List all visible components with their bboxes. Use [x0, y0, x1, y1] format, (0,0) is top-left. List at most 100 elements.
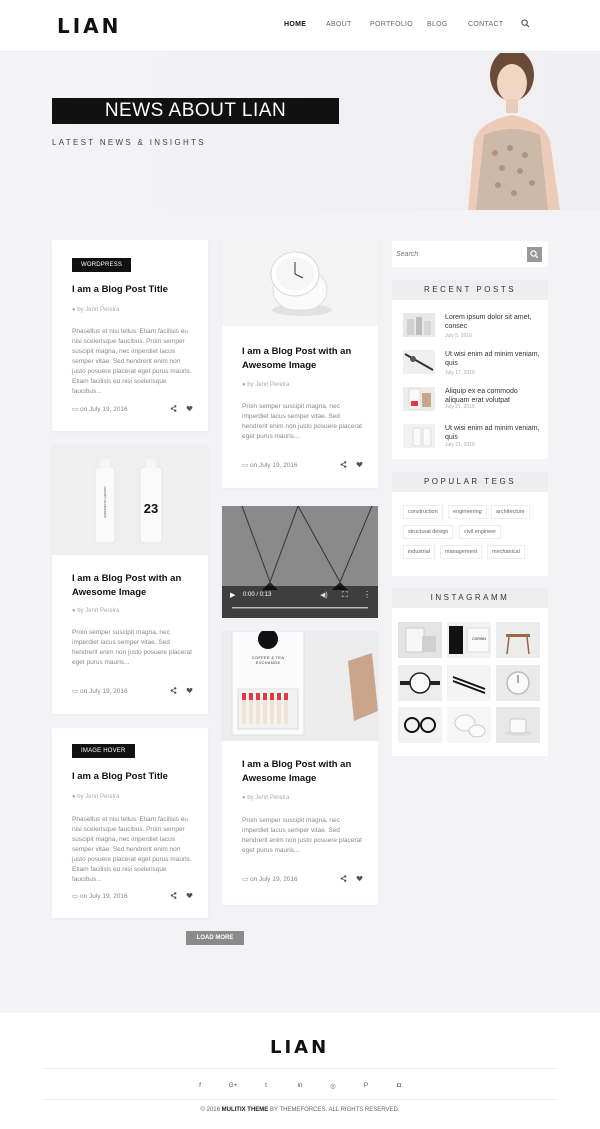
author-name: by Jenn Pereira — [77, 608, 120, 614]
date-text: on July 19, 2016 — [79, 893, 128, 900]
instagram-photo[interactable] — [398, 665, 442, 701]
hero-banner: NEWS ABOUT LIAN LATEST NEWS & INSIGHTS — [0, 53, 600, 210]
recent-post-date: July 21, 2016 — [445, 442, 475, 448]
instagram-photo[interactable] — [496, 665, 540, 701]
instagram-photo[interactable] — [398, 707, 442, 743]
copyright: © 2016 MULITIX THEME BY THEMEFORCES. ALL… — [0, 1107, 600, 1113]
popular-tags-widget: POPULAR TEGS construction engineering ar… — [392, 472, 548, 576]
nav-contact[interactable]: CONTACT — [468, 21, 503, 28]
recent-post-title[interactable]: Lorem ipsum dolor sit amet, consec — [445, 313, 543, 331]
calendar-icon: ▭ — [242, 462, 250, 469]
instagram-icon[interactable]: ◘ — [393, 1082, 405, 1089]
instagram-photo[interactable] — [398, 622, 442, 658]
post-excerpt: Proin semper suscipit magna, nec imperdi… — [242, 403, 362, 440]
heart-icon[interactable] — [186, 405, 193, 412]
search-submit-button[interactable] — [527, 247, 542, 262]
blog-card-5: COFFEE & TEA EXCHANGE I am a Blog Post w… — [222, 631, 378, 905]
more-icon[interactable]: ⋮ — [363, 590, 371, 599]
nav-about[interactable]: ABOUT — [326, 21, 352, 28]
instagram-photo[interactable] — [447, 665, 491, 701]
category-badge[interactable]: IMAGE HOVER — [72, 744, 135, 758]
dribbble-icon[interactable]: ◎ — [327, 1082, 339, 1090]
video-frame[interactable] — [222, 506, 378, 618]
volume-icon[interactable]: ◀) — [320, 591, 328, 599]
instagram-photo-label: CORINN — [472, 637, 486, 641]
recent-post-thumb[interactable] — [403, 350, 435, 374]
post-title[interactable]: I am a Blog Post with an Awesome Image — [72, 572, 194, 600]
share-icon[interactable] — [340, 461, 347, 468]
search-icon — [530, 250, 539, 259]
author-name: by Jenn Pereira — [77, 794, 120, 800]
bottles-image[interactable] — [52, 445, 208, 555]
recent-post-title[interactable]: Ut wisi enim ad minim veniam, quis — [445, 350, 543, 368]
linkedin-icon[interactable]: in — [294, 1082, 306, 1089]
recent-post-thumb[interactable] — [403, 313, 435, 337]
footer-logo[interactable]: LIAN — [270, 1037, 329, 1058]
tag-construction[interactable]: construction — [403, 505, 443, 519]
recent-post-date: July 5, 2016 — [445, 333, 472, 339]
post-title[interactable]: I am a Blog Post with an Awesome Image — [242, 758, 364, 786]
search-icon[interactable] — [521, 19, 530, 28]
post-author: ● by Jenn Pereira — [72, 307, 119, 313]
recent-post-title[interactable]: Aliquip ex ea commodo aliquam erat volut… — [445, 387, 543, 405]
fullscreen-icon[interactable]: ⛶ — [342, 590, 348, 600]
category-badge[interactable]: WORDPRESS — [72, 258, 132, 272]
instagram-photo[interactable] — [447, 707, 491, 743]
instagram-title: INSTAGRAMM — [392, 588, 548, 608]
recent-post-title[interactable]: Ut wisi enim ad minim veniam, quis — [445, 424, 543, 442]
bottle-label: SAPONETTE LIQUIDO — [103, 486, 107, 518]
instagram-photo[interactable] — [496, 622, 540, 658]
hero-subtitle: LATEST NEWS & INSIGHTS — [52, 138, 206, 147]
instagram-photo[interactable] — [496, 707, 540, 743]
tag-industrial[interactable]: industrial — [403, 545, 436, 559]
post-title[interactable]: I am a Blog Post Title — [72, 283, 194, 297]
tag-management[interactable]: management — [440, 545, 483, 559]
site-logo[interactable]: LIAN — [57, 14, 121, 38]
footer-divider — [44, 1099, 556, 1100]
recent-post-thumb[interactable] — [403, 387, 435, 411]
pinterest-icon[interactable]: P — [360, 1082, 372, 1089]
clock-image[interactable] — [222, 240, 378, 326]
share-icon[interactable] — [170, 892, 177, 899]
load-more-button[interactable]: LOAD MORE — [186, 931, 244, 945]
twitter-icon[interactable]: t — [260, 1082, 272, 1089]
google-plus-icon[interactable]: G+ — [227, 1082, 239, 1089]
heart-icon[interactable] — [186, 892, 193, 899]
share-icon[interactable] — [340, 875, 347, 882]
copyright-brand[interactable]: MULITIX THEME — [222, 1107, 269, 1113]
tag-engineering[interactable]: engineering — [448, 505, 487, 519]
bottle-number: 23 — [143, 501, 159, 516]
search-input[interactable] — [396, 246, 524, 262]
coffee-box-image[interactable] — [222, 631, 378, 741]
blog-card-6: IMAGE HOVER I am a Blog Post Title ● by … — [52, 728, 208, 918]
calendar-icon: ▭ — [72, 688, 80, 695]
calendar-icon: ▭ — [72, 893, 80, 900]
post-excerpt: Proin semper suscipit magna, nec imperdi… — [72, 629, 192, 666]
heart-icon[interactable] — [356, 875, 363, 882]
nav-blog[interactable]: BLOG — [427, 21, 448, 28]
nav-home[interactable]: HOME — [284, 21, 306, 28]
tag-architecture[interactable]: architecture — [491, 505, 530, 519]
share-icon[interactable] — [170, 687, 177, 694]
copyright-year: © 2016 — [200, 1107, 220, 1113]
post-title[interactable]: I am a Blog Post with an Awesome Image — [242, 345, 364, 373]
video-card: ▶ 0:00 / 0:13 ◀) ⛶ ⋮ — [222, 506, 378, 618]
blog-card-3: 23 SAPONETTE LIQUIDO I am a Blog Post wi… — [52, 445, 208, 714]
post-author: ● by Jenn Pereira — [242, 382, 289, 388]
heart-icon[interactable] — [186, 687, 193, 694]
tag-civil-engineer[interactable]: civil engineer — [459, 525, 502, 539]
recent-post-date: July 17, 2016 — [445, 370, 475, 376]
play-icon[interactable]: ▶ — [230, 591, 235, 599]
tag-structural-design[interactable]: structural design — [403, 525, 454, 539]
heart-icon[interactable] — [356, 461, 363, 468]
video-time: 0:00 / 0:13 — [243, 592, 272, 598]
post-title[interactable]: I am a Blog Post Title — [72, 770, 194, 784]
tag-mechanical[interactable]: mechanical — [487, 545, 525, 559]
recent-posts-widget: RECENT POSTS Lorem ipsum dolor sit amet,… — [392, 280, 548, 459]
facebook-icon[interactable]: f — [194, 1082, 206, 1089]
recent-post-date: July 21, 2016 — [445, 404, 475, 410]
nav-portfolio[interactable]: PORTFOLIO — [370, 21, 413, 28]
date-text: on July 19, 2016 — [79, 688, 128, 695]
recent-post-thumb[interactable] — [403, 424, 435, 448]
share-icon[interactable] — [170, 405, 177, 412]
